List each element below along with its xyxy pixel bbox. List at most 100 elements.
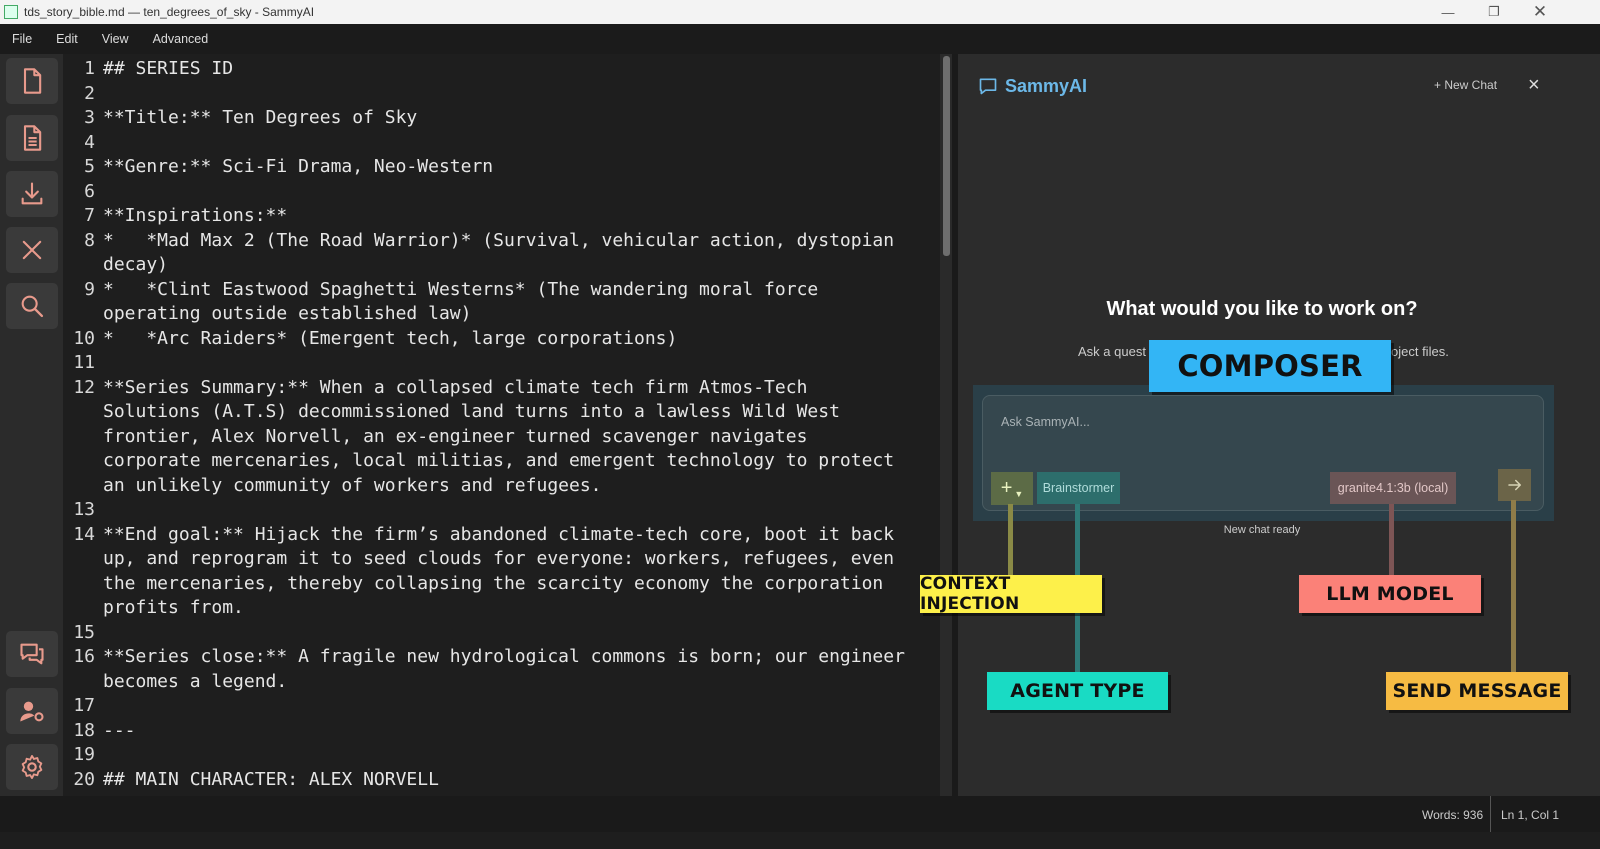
status-divider — [1490, 796, 1491, 832]
arrow-right-icon — [1507, 479, 1521, 491]
line-number: 5 — [84, 156, 95, 177]
line-number: 8 — [84, 229, 95, 251]
llm-model-annotation: LLM MODEL — [1299, 575, 1481, 613]
line-number: 15 — [73, 621, 95, 643]
app-icon — [4, 5, 18, 19]
line-text: frontier, Alex Norvell, an ex-engineer t… — [103, 425, 808, 447]
send-connector — [1511, 500, 1516, 672]
title-bar: tds_story_bible.md — ten_degrees_of_sky … — [0, 0, 1600, 24]
new-file-button[interactable] — [6, 58, 58, 104]
close-panel-button[interactable]: × — [1528, 74, 1540, 97]
chevron-down-icon: ▼ — [1014, 488, 1024, 499]
window-title: tds_story_bible.md — ten_degrees_of_sky … — [24, 5, 315, 19]
line-text: an unlikely community of workers and ref… — [103, 474, 602, 496]
line-number: 11 — [73, 352, 95, 373]
line-text: the mercenaries, thereby collapsing the … — [103, 572, 884, 594]
line-text: **Series Summary:** When a collapsed cli… — [103, 376, 808, 398]
send-button[interactable] — [1498, 469, 1531, 501]
document-icon — [23, 125, 42, 151]
line-text: becomes a legend. — [103, 670, 288, 692]
search-icon — [21, 295, 44, 318]
line-text: **Inspirations:** — [103, 205, 288, 226]
menu-advanced[interactable]: Advanced — [141, 32, 221, 46]
close-icon — [22, 240, 42, 260]
chat-icon — [20, 643, 44, 665]
line-number: 9 — [84, 278, 95, 300]
search-button[interactable] — [6, 283, 58, 329]
line-number: 3 — [84, 107, 95, 128]
line-number: 7 — [84, 205, 95, 226]
agent-type-select[interactable]: Brainstormer — [1037, 472, 1120, 504]
maximize-button[interactable]: ❐ — [1471, 0, 1517, 24]
gear-icon — [21, 754, 43, 780]
add-context-label: + — [1000, 477, 1013, 499]
new-file-icon — [23, 68, 42, 94]
line-text: **Title:** Ten Degrees of Sky — [103, 107, 418, 128]
line-text: * *Mad Max 2 (The Road Warrior)* (Surviv… — [103, 229, 895, 251]
user-settings-button[interactable] — [6, 688, 58, 734]
line-number: 2 — [84, 82, 95, 104]
editor-scrollbar[interactable] — [940, 54, 952, 796]
composer-annotation: COMPOSER — [1149, 340, 1391, 392]
scrollbar-thumb[interactable] — [943, 56, 950, 256]
menu-view[interactable]: View — [90, 32, 141, 46]
welcome-subtext-left: Ask a quest — [1078, 344, 1146, 359]
chat-panel-title: SammyAI — [1005, 76, 1088, 96]
line-text: decay) — [103, 254, 169, 275]
agent-type-annotation: AGENT TYPE — [987, 672, 1168, 710]
settings-button[interactable] — [6, 744, 58, 790]
line-text: * *Arc Raiders* (Emergent tech, large co… — [103, 327, 678, 349]
context-injection-button[interactable]: + ▼ — [991, 472, 1033, 505]
line-text: **Series close:** A fragile new hydrolog… — [103, 646, 905, 667]
line-number: 13 — [73, 499, 95, 520]
user-settings-icon — [20, 701, 44, 722]
line-number: 10 — [73, 327, 95, 349]
menu-bar: File Edit View Advanced — [0, 24, 1600, 54]
chat-input[interactable]: Ask SammyAI... — [1001, 415, 1090, 429]
chat-bubble-icon — [979, 78, 997, 95]
chat-button[interactable] — [6, 631, 58, 677]
chat-status: New chat ready — [1223, 524, 1301, 536]
line-text: ## MAIN CHARACTER: ALEX NORVELL — [103, 768, 439, 790]
context-injection-annotation: CONTEXT INJECTION — [920, 574, 1102, 614]
close-window-button[interactable]: ✕ — [1517, 0, 1563, 24]
welcome-heading: What would you like to work on? — [1106, 298, 1418, 320]
line-text: up, and reprogram it to seed clouds for … — [103, 548, 895, 569]
line-text: --- — [103, 719, 136, 741]
line-number: 19 — [73, 744, 95, 765]
line-number: 20 — [73, 768, 95, 790]
line-text: **Genre:** Sci-Fi Drama, Neo-Western — [103, 156, 494, 177]
status-bar: Words: 936 Ln 1, Col 1 — [0, 796, 1600, 832]
line-text: profits from. — [103, 597, 244, 618]
line-number: 4 — [84, 131, 95, 153]
line-number: 14 — [73, 523, 95, 545]
download-icon — [21, 182, 43, 205]
welcome-subtext-right: oject files. — [1391, 344, 1449, 359]
line-text: Solutions (A.T.S) decommissioned land tu… — [103, 401, 840, 422]
markdown-editor[interactable]: 1 ## SERIES ID 2 3 **Title:** Ten Degrees of… — [63, 54, 958, 812]
line-number: 16 — [73, 646, 95, 667]
sidebar — [0, 54, 63, 812]
line-number: 6 — [84, 180, 95, 202]
llm-connector — [1389, 504, 1394, 576]
close-file-button[interactable] — [6, 227, 58, 273]
line-text: operating outside established law) — [103, 303, 472, 324]
line-number: 1 — [84, 58, 95, 79]
context-connector — [1008, 504, 1013, 576]
line-text: * *Clint Eastwood Spaghetti Westerns* (T… — [103, 278, 819, 300]
cursor-position: Ln 1, Col 1 — [1501, 808, 1560, 822]
line-number: 18 — [73, 719, 95, 741]
menu-edit[interactable]: Edit — [44, 32, 90, 46]
new-chat-button[interactable]: + New Chat — [1434, 78, 1497, 92]
send-message-annotation: SEND MESSAGE — [1386, 672, 1568, 710]
minimize-button[interactable]: — — [1425, 0, 1471, 24]
menu-file[interactable]: File — [0, 32, 44, 46]
line-number: 17 — [73, 695, 95, 716]
line-text: corporate mercenaries, local militias, a… — [103, 450, 895, 471]
word-count: Words: 936 — [1422, 808, 1484, 822]
llm-model-select[interactable]: granite4.1:3b (local) — [1330, 472, 1456, 504]
download-button[interactable] — [6, 171, 58, 217]
line-number: 12 — [73, 376, 95, 398]
line-text: ## SERIES ID — [103, 58, 234, 79]
document-button[interactable] — [6, 115, 58, 161]
